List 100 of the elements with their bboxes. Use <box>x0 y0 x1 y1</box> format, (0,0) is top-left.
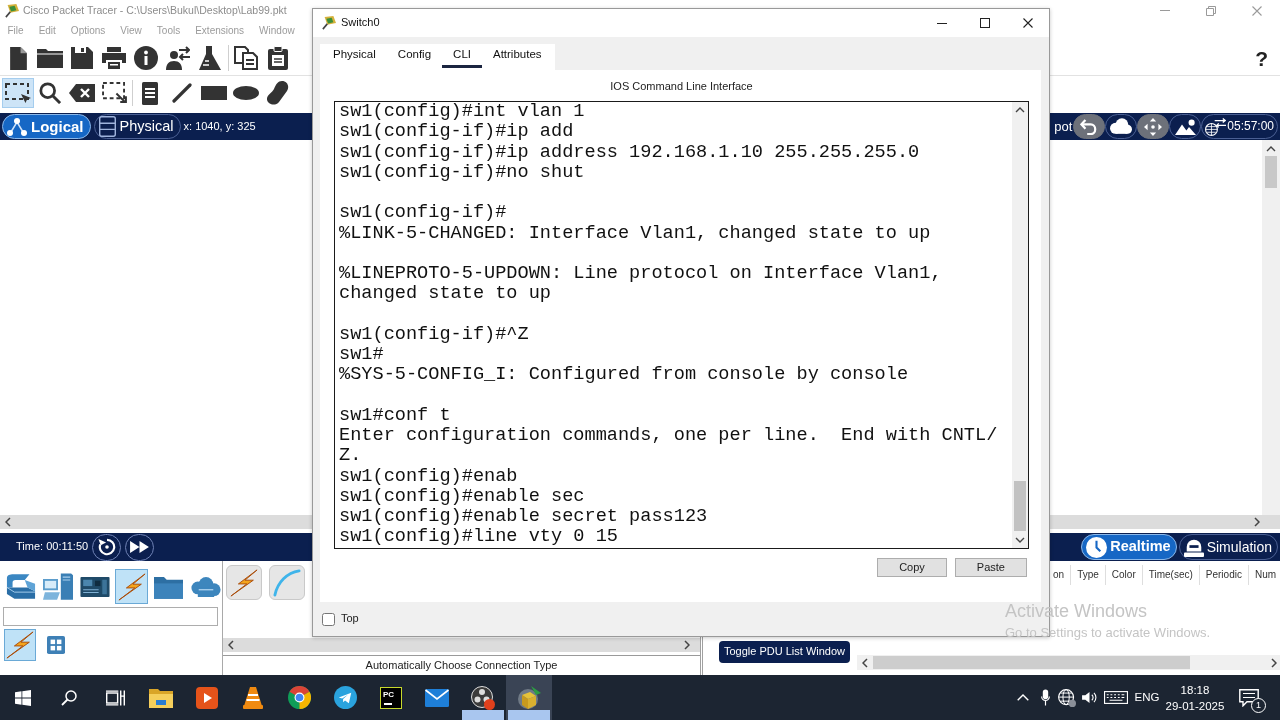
speaker-icon[interactable] <box>1081 691 1097 704</box>
column-header: Type <box>1070 565 1105 585</box>
terminal-line: sw1#conf t <box>339 405 451 426</box>
cloud-icon <box>1110 118 1133 135</box>
app-icon <box>5 3 19 18</box>
scroll-thumb[interactable] <box>1265 156 1277 188</box>
terminal-line: Enter configuration commands, one per line. End with CNTL/ <box>339 426 998 447</box>
tricolor-circle-icon <box>287 686 311 709</box>
close-icon[interactable] <box>1022 18 1033 28</box>
new-file-icon[interactable] <box>9 46 27 70</box>
simulation-time: Time: 00:11:50 <box>16 540 89 554</box>
terminal-line: sw1# <box>339 345 384 366</box>
select-icon <box>5 82 31 103</box>
move-button[interactable] <box>1137 114 1170 139</box>
vertical-scrollbar[interactable] <box>1262 140 1280 515</box>
app-icon <box>322 16 336 30</box>
checkbox[interactable] <box>322 612 335 626</box>
terminal-line: sw1(config)#enab <box>339 466 518 487</box>
traffic-cone-icon <box>243 686 263 709</box>
scroll-thumb[interactable] <box>873 656 1191 669</box>
person-arrows-icon[interactable] <box>166 46 190 70</box>
scroll-right-icon[interactable] <box>1254 517 1260 527</box>
search-field[interactable] <box>3 607 218 626</box>
window-title: Cisco Packet Tracer - C:\Users\Bukul\Desktop\Lab99.pkt <box>23 4 287 17</box>
terminal-line: sw1(config)#enable secret pass123 <box>339 507 708 528</box>
globe-arrows-icon <box>1205 117 1227 136</box>
envelope-icon <box>425 688 449 707</box>
copy-icon[interactable] <box>234 46 258 70</box>
scroll-up-icon[interactable] <box>1015 107 1025 113</box>
device-tile[interactable] <box>226 565 262 600</box>
rectangle-icon <box>201 85 227 100</box>
flask-icon[interactable] <box>199 46 221 70</box>
undo-button[interactable] <box>1073 114 1106 139</box>
horizontal-scrollbar[interactable] <box>223 638 700 652</box>
scroll-left-icon[interactable] <box>228 640 234 650</box>
lightning-icon <box>117 572 146 601</box>
terminal-line: sw1(config-if)#ip add <box>339 122 574 143</box>
column-header: Color <box>1104 565 1142 585</box>
search-icon[interactable] <box>61 689 77 706</box>
tool-button[interactable] <box>2 77 34 108</box>
terminal-line: sw1(config-if)#ip address 192.168.1.10 255.255.255.0 <box>339 142 920 163</box>
clipboard-icon[interactable] <box>268 46 288 70</box>
mode-tab[interactable]: Realtime <box>1081 534 1177 560</box>
undo-icon <box>1080 118 1099 135</box>
presentation-icon <box>196 686 218 709</box>
globe-icon[interactable] <box>1058 688 1076 707</box>
window-title: Switch0 <box>341 16 380 30</box>
terminal-line: sw1(config)#enable sec <box>339 486 585 507</box>
column-header: Time(sec) <box>1141 565 1199 585</box>
tab[interactable]: Physical <box>322 44 387 68</box>
terminal-line: sw1(config)#int vlan 1 <box>339 102 585 123</box>
keyboard-icon[interactable] <box>1104 691 1128 704</box>
task-view-icon[interactable] <box>105 689 125 706</box>
minimize-icon[interactable] <box>936 22 947 24</box>
column-header: Periodic <box>1198 565 1248 585</box>
vertical-scrollbar[interactable] <box>1012 102 1028 548</box>
toggle-pdu-button[interactable]: Toggle PDU List Window <box>719 641 851 663</box>
windows-logo-icon[interactable] <box>15 689 31 706</box>
helmet-icon <box>1183 537 1204 557</box>
tab[interactable]: Attributes <box>482 44 553 68</box>
horizontal-scrollbar[interactable] <box>857 655 1280 670</box>
scroll-up-icon[interactable] <box>1266 146 1276 152</box>
scroll-thumb[interactable] <box>1014 481 1026 531</box>
copy-button[interactable]: Copy <box>877 558 947 577</box>
microphone-icon[interactable] <box>1040 689 1050 706</box>
help-button[interactable]: ? <box>1255 47 1268 69</box>
view-tab[interactable]: Logical <box>2 114 91 139</box>
scroll-left-icon[interactable] <box>862 657 869 668</box>
scroll-right-icon[interactable] <box>1271 657 1278 668</box>
cursor-coordinates: x: 1040, y: 325 <box>183 119 256 134</box>
print-icon[interactable] <box>102 47 126 69</box>
resize-icon <box>101 82 127 103</box>
paste-button[interactable]: Paste <box>954 558 1027 577</box>
terminal-line: sw1(config)#line vty 0 15 <box>339 527 618 548</box>
terminal-line: sw1(config-if)#^Z <box>339 324 529 345</box>
folder-icon[interactable] <box>37 48 63 68</box>
chevron-up-icon[interactable] <box>1017 694 1029 701</box>
cli-terminal[interactable] <box>334 101 1029 549</box>
cube-icon <box>517 685 541 710</box>
language-indicator[interactable]: ENG <box>1132 690 1162 705</box>
move-arrows-icon <box>1144 117 1163 136</box>
terminal-line: %SYS-5-CONFIG_I: Configured from console by console <box>339 365 909 386</box>
scroll-left-icon[interactable] <box>5 517 11 527</box>
grid-icon <box>47 636 65 654</box>
terminal-line: %LINK-5-CHANGED: Interface Vlan1, changed state to up <box>339 223 931 244</box>
circuit-board-icon <box>79 576 110 597</box>
restore-icon[interactable] <box>1206 5 1216 16</box>
maximize-icon[interactable] <box>979 18 990 28</box>
save-icon[interactable] <box>71 47 93 69</box>
terminal-line: changed state to up <box>339 284 551 305</box>
subcategory-button[interactable] <box>4 629 36 661</box>
lightning-icon <box>230 568 258 597</box>
scroll-down-icon[interactable] <box>1015 537 1025 543</box>
scroll-right-icon[interactable] <box>684 640 690 650</box>
notification-icon[interactable] <box>1239 688 1259 707</box>
folder-icon <box>149 687 173 708</box>
device-tile[interactable] <box>269 565 305 600</box>
taskbar-button[interactable]: PC <box>368 675 414 720</box>
info-icon[interactable] <box>134 46 158 70</box>
tab[interactable]: Config <box>386 44 443 68</box>
